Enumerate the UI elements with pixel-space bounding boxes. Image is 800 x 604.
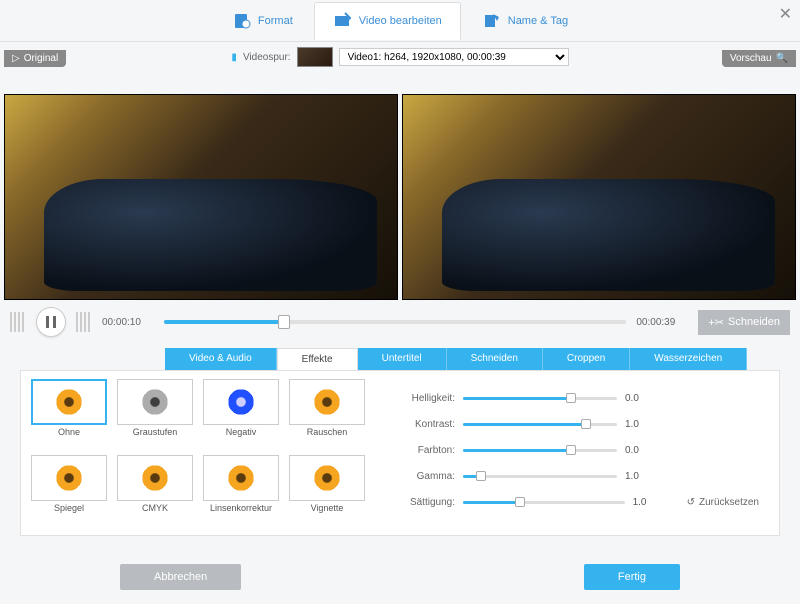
gamma-value: 1.0 bbox=[625, 471, 661, 482]
saturation-label: Sättigung: bbox=[395, 497, 455, 508]
tab-name-tag[interactable]: Name & Tag bbox=[463, 2, 587, 40]
tab-format[interactable]: Format bbox=[213, 2, 312, 40]
reset-button[interactable]: ↺Zurücksetzen bbox=[687, 497, 759, 508]
brightness-label: Helligkeit: bbox=[395, 393, 455, 404]
edit-tab-croppen[interactable]: Croppen bbox=[543, 348, 630, 370]
track-label-icon: ▮ bbox=[231, 52, 237, 63]
effects-panel: OhneGraustufenNegativRauschen SpiegelCMYK… bbox=[20, 370, 780, 536]
grip-icon bbox=[76, 312, 92, 332]
cancel-button[interactable]: Abbrechen bbox=[120, 564, 241, 590]
magnify-icon: 🔍 bbox=[776, 53, 788, 64]
effect-graustufen[interactable]: Graustufen bbox=[117, 379, 193, 451]
tab-video-edit[interactable]: Video bearbeiten bbox=[314, 2, 461, 40]
hue-value: 0.0 bbox=[625, 445, 661, 456]
gamma-label: Gamma: bbox=[395, 471, 455, 482]
track-thumbnail bbox=[297, 47, 333, 67]
tab-format-label: Format bbox=[258, 15, 293, 27]
preview-badge: Vorschau🔍 bbox=[722, 50, 796, 67]
edit-tab-wasserzeichen[interactable]: Wasserzeichen bbox=[630, 348, 747, 370]
track-select[interactable]: Video1: h264, 1920x1080, 00:00:39 bbox=[339, 48, 569, 66]
grip-icon bbox=[10, 312, 26, 332]
top-tab-bar: Format Video bearbeiten Name & Tag ✕ bbox=[0, 0, 800, 42]
tab-video-edit-label: Video bearbeiten bbox=[359, 15, 442, 27]
playback-controls: 00:00:10 00:00:39 +✂Schneiden bbox=[0, 302, 800, 342]
contrast-value: 1.0 bbox=[625, 419, 661, 430]
original-pane bbox=[4, 94, 398, 300]
effect-cmyk[interactable]: CMYK bbox=[117, 455, 193, 527]
hue-slider[interactable] bbox=[463, 449, 617, 452]
track-label: Videospur: bbox=[243, 52, 291, 63]
close-icon[interactable]: ✕ bbox=[779, 4, 792, 24]
seek-bar[interactable] bbox=[164, 320, 626, 324]
total-time: 00:00:39 bbox=[636, 317, 688, 328]
video-track-bar: ▮ Videospur: Video1: h264, 1920x1080, 00… bbox=[0, 42, 800, 72]
edit-tab-schneiden[interactable]: Schneiden bbox=[447, 348, 543, 370]
edit-tab-videoaudio[interactable]: Video & Audio bbox=[165, 348, 277, 370]
edit-tab-untertitel[interactable]: Untertitel bbox=[358, 348, 447, 370]
scissors-icon: +✂ bbox=[708, 316, 724, 329]
pause-button[interactable] bbox=[36, 307, 66, 337]
effect-rauschen[interactable]: Rauschen bbox=[289, 379, 365, 451]
done-button[interactable]: Fertig bbox=[584, 564, 680, 590]
format-icon bbox=[232, 11, 252, 31]
video-edit-icon bbox=[333, 11, 353, 31]
cut-button[interactable]: +✂Schneiden bbox=[698, 310, 790, 335]
effect-linsenkorrektur[interactable]: Linsenkorrektur bbox=[203, 455, 279, 527]
brightness-slider[interactable] bbox=[463, 397, 617, 400]
adjustment-sliders: Helligkeit: 0.0 Kontrast: 1.0 Farbton: 0.0 Gam… bbox=[365, 379, 769, 527]
saturation-slider[interactable] bbox=[463, 501, 625, 504]
edit-tab-effekte[interactable]: Effekte bbox=[277, 348, 358, 370]
tab-name-tag-label: Name & Tag bbox=[508, 15, 568, 27]
effect-spiegel[interactable]: Spiegel bbox=[31, 455, 107, 527]
edit-tabs: Video & AudioEffekteUntertitelSchneidenC… bbox=[165, 348, 780, 370]
tag-icon bbox=[482, 11, 502, 31]
effect-vignette[interactable]: Vignette bbox=[289, 455, 365, 527]
play-icon: ▷ bbox=[12, 53, 20, 64]
hue-label: Farbton: bbox=[395, 445, 455, 456]
effects-grid: OhneGraustufenNegativRauschen SpiegelCMYK… bbox=[31, 379, 365, 527]
original-badge: ▷Original bbox=[4, 50, 66, 67]
contrast-label: Kontrast: bbox=[395, 419, 455, 430]
preview-pane bbox=[402, 94, 796, 300]
reset-icon: ↺ bbox=[687, 497, 695, 508]
current-time: 00:00:10 bbox=[102, 317, 154, 328]
brightness-value: 0.0 bbox=[625, 393, 661, 404]
effect-negativ[interactable]: Negativ bbox=[203, 379, 279, 451]
gamma-slider[interactable] bbox=[463, 475, 617, 478]
effect-ohne[interactable]: Ohne bbox=[31, 379, 107, 451]
contrast-slider[interactable] bbox=[463, 423, 617, 426]
saturation-value: 1.0 bbox=[633, 497, 669, 508]
